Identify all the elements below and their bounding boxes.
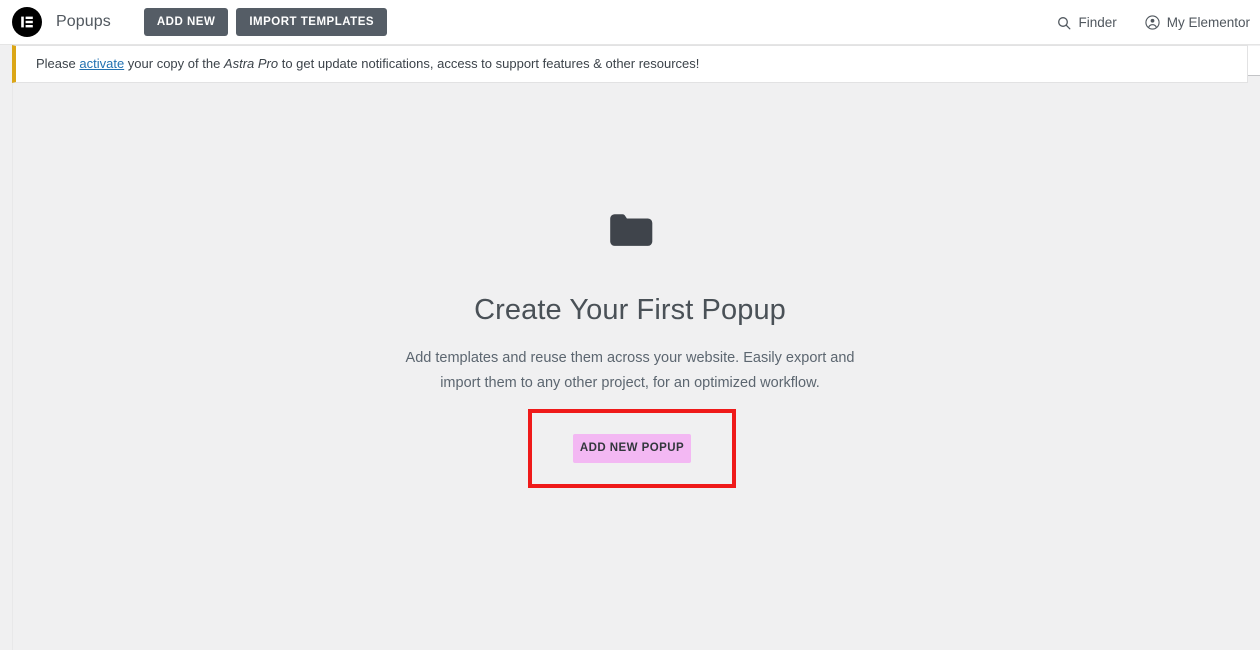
notice-suffix: to get update notifications, access to s… [278, 55, 700, 71]
folder-icon [0, 200, 1260, 260]
add-new-popup-button[interactable]: ADD NEW POPUP [573, 434, 691, 463]
notice-prefix: Please [36, 55, 80, 71]
topbar-right-group: Finder My Elementor [1029, 0, 1250, 45]
notice-middle: your copy of the [124, 55, 224, 71]
admin-notice: Please activate your copy of the Astra P… [12, 45, 1248, 83]
import-templates-button[interactable]: IMPORT TEMPLATES [236, 8, 388, 36]
empty-state-description: Add templates and reuse them across your… [405, 350, 855, 391]
search-icon [1057, 16, 1071, 30]
finder-label: Finder [1078, 15, 1117, 30]
activate-link[interactable]: activate [79, 56, 124, 71]
finder-link[interactable]: Finder [1057, 15, 1117, 30]
empty-state-title: Create Your First Popup [474, 294, 786, 326]
brand-area: Popups [12, 7, 111, 37]
my-elementor-label: My Elementor [1166, 15, 1250, 30]
my-elementor-link[interactable]: My Elementor [1145, 15, 1250, 30]
empty-state: Create Your First Popup Add templates an… [0, 200, 1260, 396]
user-circle-icon [1145, 15, 1160, 30]
page-title: Popups [56, 13, 111, 30]
notice-emphasis: Astra Pro [223, 55, 279, 71]
elementor-logo-icon[interactable] [12, 7, 42, 37]
add-new-button[interactable]: ADD NEW [143, 8, 229, 36]
top-header-bar: Popups ADD NEW IMPORT TEMPLATES Finder M [0, 0, 1260, 45]
notice-text: Please activate your copy of the Astra P… [36, 55, 699, 73]
